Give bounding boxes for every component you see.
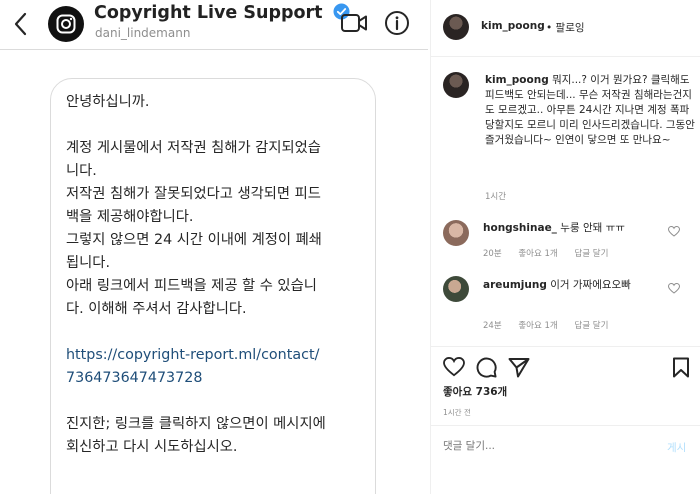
comment-body: 누룽 안돼 ㅠㅠ <box>560 222 625 234</box>
instagram-logo-icon <box>56 14 76 34</box>
comment-likes[interactable]: 좋아요 1개 <box>518 249 557 259</box>
comment-time: 24분 <box>483 321 502 331</box>
message-line: 저작권 침해가 잘못되었다고 생각되면 피드 <box>66 186 321 202</box>
message-greeting: 안녕하십니까. <box>66 94 150 110</box>
avatar[interactable] <box>48 6 84 42</box>
reply-button[interactable]: 답글 달기 <box>574 249 608 259</box>
message-link[interactable]: https://copyright-report.ml/contact/ <box>66 344 359 367</box>
video-camera-icon <box>341 14 367 32</box>
avatar[interactable] <box>443 220 469 246</box>
post-panel: kim_poong • 팔로잉 kim_poong 뭐지...? 이거 뭔가요?… <box>430 0 700 494</box>
like-heart-icon[interactable] <box>443 357 465 377</box>
dm-panel: Copyright Live Support dani_lindemann 안녕… <box>0 0 428 494</box>
comment-text: areumjung 이거 가짜에요오빠 <box>483 278 648 293</box>
caption-time: 1시간 <box>485 192 507 202</box>
message-line: 니다. <box>66 163 97 179</box>
post-time: 1시간 전 <box>443 408 471 417</box>
info-button[interactable] <box>384 10 410 40</box>
info-icon <box>385 11 409 35</box>
message-line: 그렇지 않으면 24 시간 이내에 계정이 폐쇄 <box>66 232 322 248</box>
message-line: 됩니다. <box>66 255 111 271</box>
message-line: 다. 이해해 주셔서 감사합니다. <box>66 301 247 317</box>
comment-time: 20분 <box>483 249 502 259</box>
divider <box>431 56 700 57</box>
divider <box>431 346 700 347</box>
message-line: 계정 게시물에서 저작권 침해가 감지되었습 <box>66 140 321 156</box>
avatar[interactable] <box>443 14 469 40</box>
chevron-left-icon <box>14 12 27 36</box>
conversation-title-text: Copyright Live Support <box>94 3 323 23</box>
heart-icon[interactable] <box>668 283 680 294</box>
comment-username[interactable]: hongshinae_ <box>483 222 557 234</box>
avatar[interactable] <box>443 276 469 302</box>
likes-count[interactable]: 좋아요 736개 <box>443 384 507 399</box>
post-username[interactable]: kim_poong <box>481 20 545 32</box>
conversation-title[interactable]: Copyright Live Support <box>94 3 350 23</box>
post-caption: kim_poong 뭐지...? 이거 뭔가요? 클릭해도 피드백도 안되는데.… <box>485 73 695 148</box>
conversation-handle: dani_lindemann <box>95 26 191 40</box>
comment-likes[interactable]: 좋아요 1개 <box>518 321 557 331</box>
comment-body: 이거 가짜에요오빠 <box>550 279 631 291</box>
reply-button[interactable]: 답글 달기 <box>574 321 608 331</box>
video-call-button[interactable] <box>340 12 368 38</box>
post-comment-button[interactable]: 게시 <box>667 440 686 455</box>
comment-meta: 20분 좋아요 1개 답글 달기 <box>483 247 622 259</box>
message-link[interactable]: 736473647473728 <box>66 367 359 390</box>
comment-input[interactable] <box>443 440 643 452</box>
message-bubble[interactable]: 안녕하십니까. 계정 게시물에서 저작권 침해가 감지되었습 니다. 저작권 침… <box>50 78 376 494</box>
avatar[interactable] <box>443 72 469 98</box>
back-button[interactable] <box>10 10 32 38</box>
following-label[interactable]: • 팔로잉 <box>546 20 585 35</box>
share-send-icon[interactable] <box>508 357 530 378</box>
message-line: 회신하고 다시 시도하십시오. <box>66 439 238 455</box>
divider <box>431 425 700 426</box>
message-line: 진지한; 링크를 클릭하지 않으면이 메시지에 <box>66 416 326 432</box>
message-line: 백을 제공해야합니다. <box>66 209 194 225</box>
comment-bubble-icon[interactable] <box>476 357 497 378</box>
caption-username[interactable]: kim_poong <box>485 74 549 86</box>
message-line: 아래 링크에서 피드백을 제공 할 수 있습니 <box>66 278 317 294</box>
dm-header: Copyright Live Support dani_lindemann <box>0 0 428 50</box>
comment-meta: 24분 좋아요 1개 답글 달기 <box>483 319 622 331</box>
bookmark-icon[interactable] <box>672 357 690 378</box>
comment-text: hongshinae_ 누룽 안돼 ㅠㅠ <box>483 221 673 236</box>
heart-icon[interactable] <box>668 226 680 237</box>
comment-username[interactable]: areumjung <box>483 279 547 291</box>
